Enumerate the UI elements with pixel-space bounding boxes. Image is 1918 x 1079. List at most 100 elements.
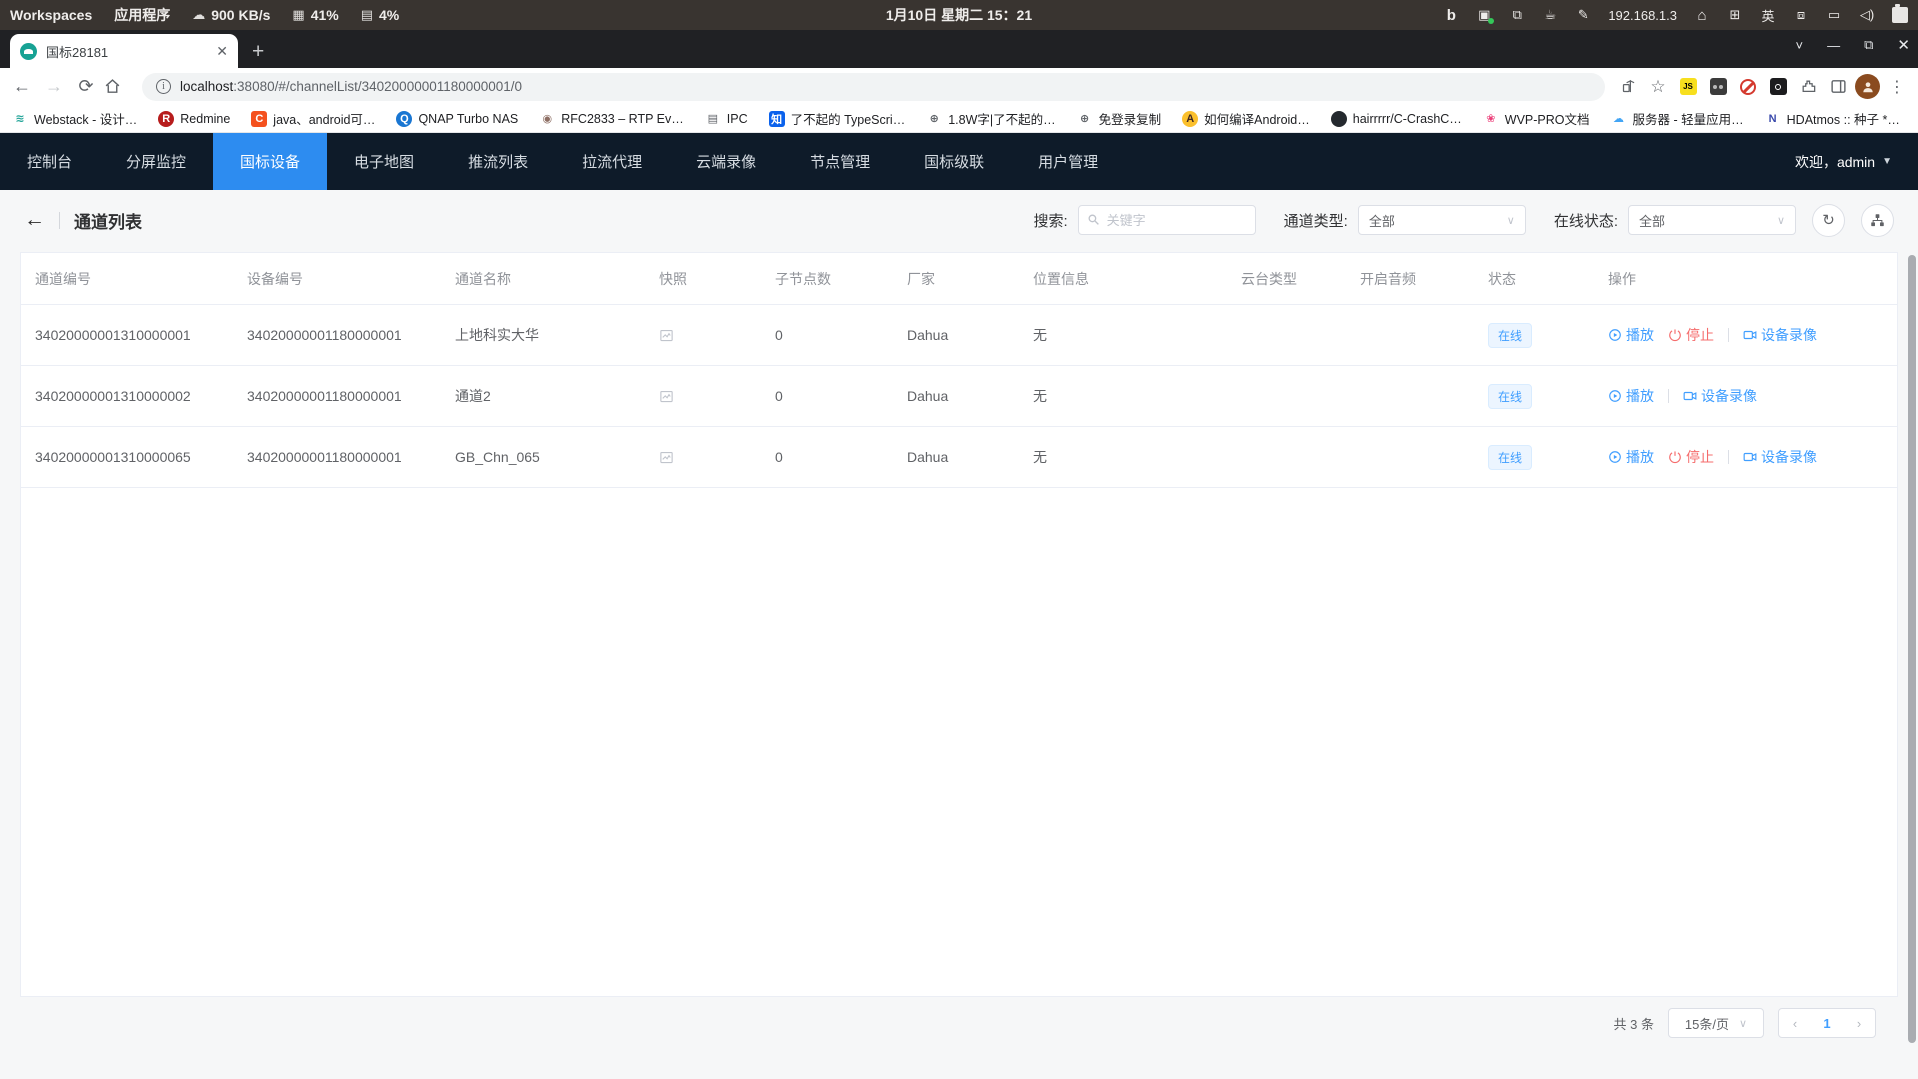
input-method-indicator[interactable]: 英	[1760, 6, 1776, 25]
page-back-icon[interactable]: ←	[24, 208, 45, 232]
blocker-extension-icon[interactable]	[1735, 79, 1761, 95]
back-button[interactable]: ←	[8, 76, 36, 97]
stop-action[interactable]: 停止	[1668, 447, 1714, 467]
nav-item-节点管理[interactable]: 节点管理	[783, 133, 897, 190]
prev-page-button[interactable]: ‹	[1779, 1016, 1811, 1031]
online-status-select[interactable]: 全部 ∨	[1628, 205, 1796, 235]
workspaces-button[interactable]: Workspaces	[10, 7, 92, 23]
volume-tray-icon[interactable]: ◁)	[1859, 7, 1875, 23]
next-page-button[interactable]: ›	[1843, 1016, 1875, 1031]
bookmark-item[interactable]: ◉RFC2833 – RTP Ev…	[539, 111, 684, 127]
site-info-icon[interactable]: i	[156, 79, 171, 94]
column-header: 快照	[659, 269, 775, 289]
record-icon	[1743, 328, 1757, 342]
nav-item-拉流代理[interactable]: 拉流代理	[555, 133, 669, 190]
nav-item-分屏监控[interactable]: 分屏监控	[99, 133, 213, 190]
channel-type-label: 通道类型:	[1284, 210, 1348, 231]
caffeine-tray-icon[interactable]: ☕	[1542, 7, 1558, 23]
clipboard-tray-icon[interactable]: ⧉	[1509, 7, 1525, 23]
tab-close-icon[interactable]: ✕	[216, 43, 228, 60]
bookmark-item[interactable]: QQNAP Turbo NAS	[396, 111, 518, 127]
column-header: 通道编号	[35, 269, 247, 289]
bookmark-item[interactable]: ☁服务器 - 轻量应用…	[1611, 109, 1744, 128]
home-tray-icon[interactable]: ⌂	[1694, 7, 1710, 24]
screenshot-tray-icon[interactable]: ▣	[1476, 7, 1492, 23]
bookmark-item[interactable]: 知了不起的 TypeScri…	[769, 109, 906, 128]
browser-menu-icon[interactable]: ⋮	[1884, 77, 1910, 97]
applications-menu[interactable]: 应用程序	[114, 5, 170, 25]
bookmark-item[interactable]: ⊕免登录复制	[1077, 109, 1162, 128]
site-favicon	[20, 43, 37, 60]
device-record-action[interactable]: 设备录像	[1743, 447, 1817, 467]
tab-search-icon[interactable]: ˅	[1796, 38, 1804, 53]
nav-item-电子地图[interactable]: 电子地图	[327, 133, 441, 190]
user-welcome[interactable]: 欢迎，admin ▼	[1795, 133, 1918, 190]
snapshot-cell[interactable]	[659, 450, 775, 465]
column-header: 开启音频	[1360, 269, 1488, 289]
bookmark-item[interactable]: ❀WVP-PRO文档	[1483, 109, 1590, 128]
colorpicker-tray-icon[interactable]: ✎	[1575, 7, 1591, 23]
adblock-glasses-extension-icon[interactable]	[1705, 78, 1731, 95]
play-icon	[1608, 389, 1622, 403]
windows-tray-icon[interactable]: ⊞	[1727, 7, 1743, 23]
bookmark-item[interactable]: ≋Webstack - 设计…	[12, 109, 137, 128]
bing-tray-icon[interactable]: b	[1443, 7, 1459, 24]
divider	[59, 212, 60, 229]
device-record-action[interactable]: 设备录像	[1683, 386, 1757, 406]
side-panel-icon[interactable]	[1825, 78, 1851, 95]
share-icon[interactable]	[1615, 79, 1641, 94]
bookmark-item[interactable]: A如何编译Android…	[1182, 109, 1310, 128]
bookmark-item[interactable]: NHDAtmos :: 种子 *…	[1765, 109, 1900, 128]
search-input[interactable]	[1078, 205, 1256, 235]
bookmark-label: 服务器 - 轻量应用…	[1633, 109, 1744, 128]
bookmark-item[interactable]: ▤IPC	[705, 111, 748, 127]
window-minimize-icon[interactable]: —	[1827, 38, 1840, 53]
bookmark-item[interactable]: RRedmine	[158, 111, 230, 127]
nav-item-国标级联[interactable]: 国标级联	[897, 133, 1011, 190]
nav-item-推流列表[interactable]: 推流列表	[441, 133, 555, 190]
system-clock[interactable]: 1月10日 星期二 15：21	[886, 5, 1032, 25]
stop-action[interactable]: 停止	[1668, 325, 1714, 345]
tree-view-button[interactable]	[1861, 204, 1894, 237]
page-scrollbar[interactable]	[1908, 255, 1916, 1043]
bookmark-star-icon[interactable]: ☆	[1645, 77, 1671, 97]
memory-icon: ▤	[361, 7, 373, 23]
display-tray-icon[interactable]: ⧈	[1793, 7, 1809, 23]
vendor: Dahua	[907, 388, 1033, 404]
new-tab-button[interactable]: +	[252, 41, 264, 62]
forward-button[interactable]: →	[40, 76, 68, 97]
browser-profile-avatar[interactable]	[1855, 74, 1880, 99]
play-action[interactable]: 播放	[1608, 447, 1654, 467]
play-action[interactable]: 播放	[1608, 386, 1654, 406]
play-action[interactable]: 播放	[1608, 325, 1654, 345]
reload-button[interactable]: ⟳	[72, 76, 100, 97]
address-bar[interactable]: i localhost:38080/#/channelList/34020000…	[142, 73, 1605, 101]
js-extension-icon[interactable]: JS	[1675, 78, 1701, 95]
bookmark-item[interactable]: Cjava、android可…	[251, 109, 375, 128]
snapshot-cell[interactable]	[659, 389, 775, 404]
nav-item-云端录像[interactable]: 云端录像	[669, 133, 783, 190]
device-record-action[interactable]: 设备录像	[1743, 325, 1817, 345]
browser-tab[interactable]: 国标28181 ✕	[10, 34, 238, 68]
nav-item-用户管理[interactable]: 用户管理	[1011, 133, 1125, 190]
nav-item-国标设备[interactable]: 国标设备	[213, 133, 327, 190]
channel-type-select[interactable]: 全部 ∨	[1358, 205, 1526, 235]
page-size-select[interactable]: 15条/页 ∨	[1668, 1008, 1764, 1038]
column-header: 设备编号	[247, 269, 455, 289]
window-restore-icon[interactable]: ⧉	[1864, 37, 1873, 53]
current-page[interactable]: 1	[1811, 1016, 1843, 1031]
snapshot-cell[interactable]	[659, 328, 775, 343]
camera-extension-icon[interactable]	[1765, 78, 1791, 95]
record-icon	[1743, 450, 1757, 464]
home-button[interactable]	[104, 78, 132, 95]
nav-item-控制台[interactable]: 控制台	[0, 133, 99, 190]
system-top-bar: Workspaces 应用程序 ☁ 900 KB/s ▦ 41% ▤ 4% 1月…	[0, 0, 1918, 30]
bookmark-item[interactable]: ⊕1.8W字|了不起的…	[926, 109, 1055, 128]
battery-icon[interactable]	[1892, 7, 1908, 23]
refresh-button[interactable]: ↻	[1812, 204, 1845, 237]
bookmark-item[interactable]: hairrrrr/C-CrashC…	[1331, 111, 1462, 127]
window-close-icon[interactable]: ✕	[1897, 36, 1910, 54]
window-tray-icon[interactable]: ▭	[1826, 7, 1842, 23]
extensions-puzzle-icon[interactable]	[1795, 78, 1821, 95]
ip-address-indicator[interactable]: 192.168.1.3	[1608, 8, 1677, 23]
